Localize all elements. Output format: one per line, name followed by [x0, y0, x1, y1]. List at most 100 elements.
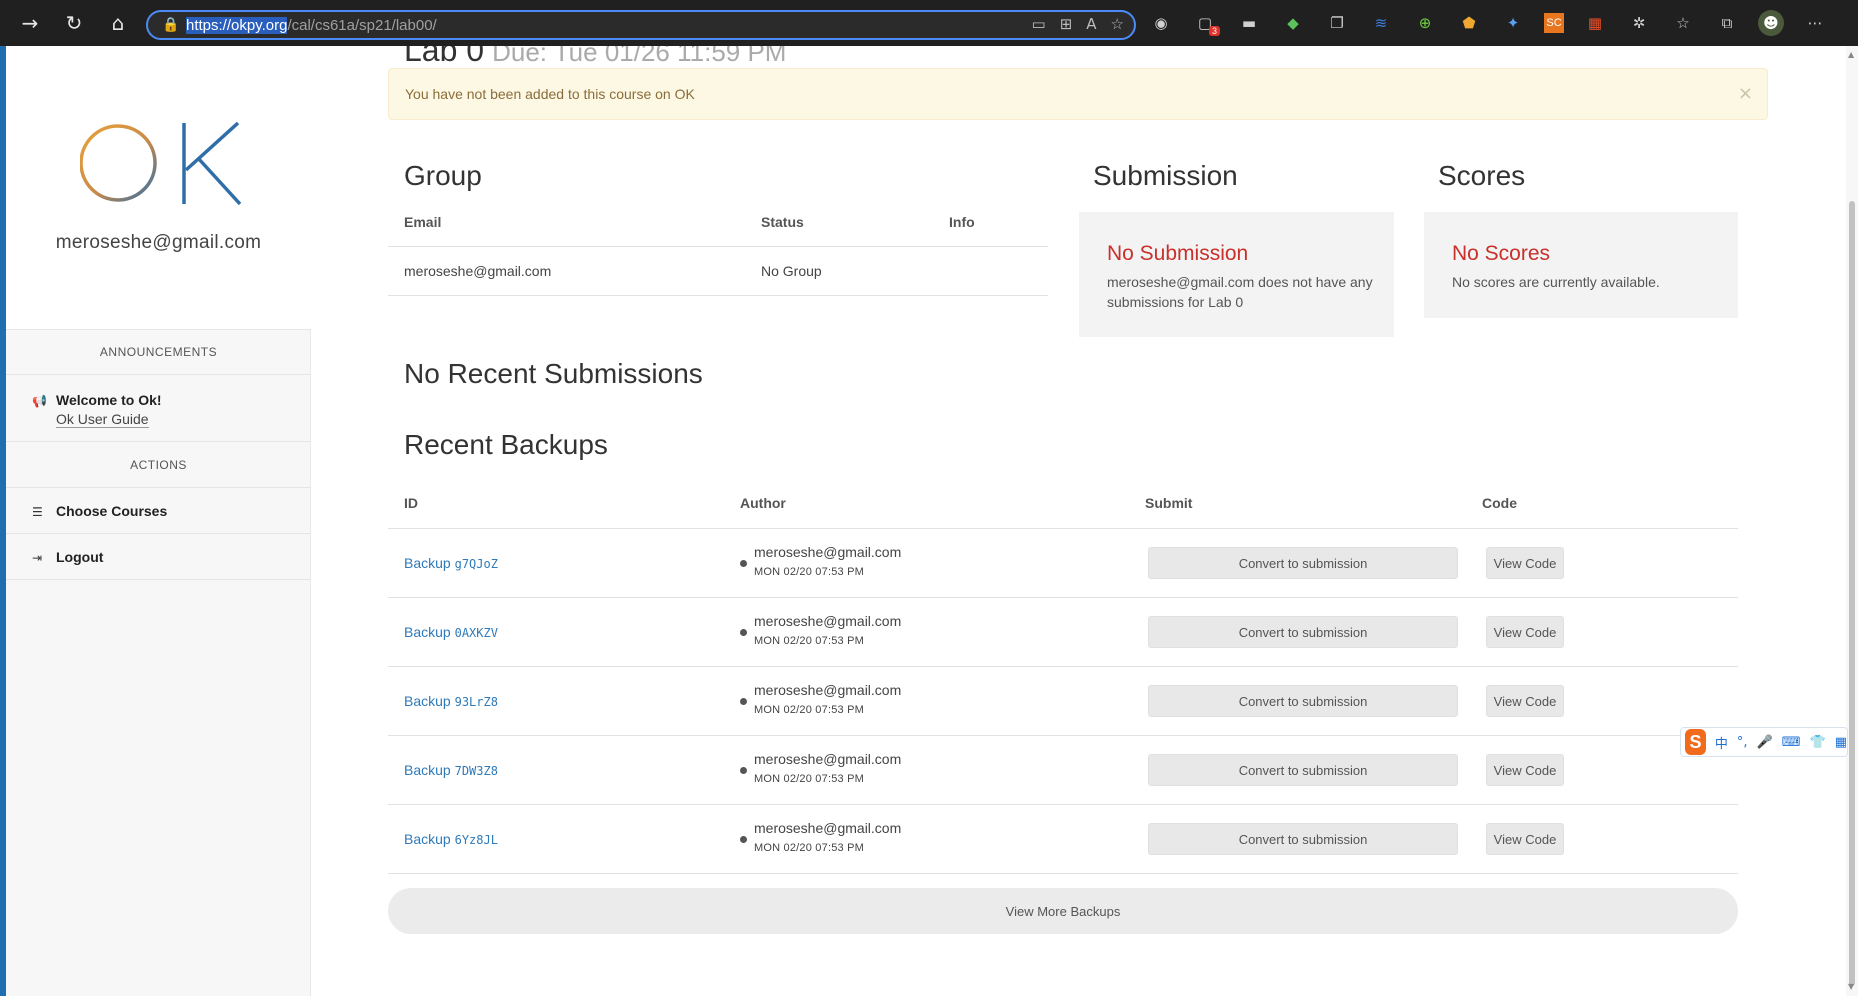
submission-card: No Submission meroseshe@gmail.com does n… [1079, 212, 1394, 337]
actions-heading: ACTIONS [130, 458, 187, 472]
keyboard-icon[interactable]: ⌨ [1782, 735, 1801, 750]
reader-icon[interactable]: ▭ [1032, 15, 1046, 33]
divider [6, 487, 311, 488]
ok-logo [80, 121, 242, 206]
submission-card-text: meroseshe@gmail.com does not have any su… [1107, 274, 1373, 310]
main-content: Lab 0 Due: Tue 01/26 11:59 PM You have no… [388, 46, 1768, 996]
backup-time: MON 02/20 07:53 PM [754, 566, 864, 578]
view-code-button[interactable]: View Code [1486, 685, 1564, 717]
gamepad-extension-icon[interactable]: ✦ [1500, 10, 1526, 36]
convert-to-submission-button[interactable]: Convert to submission [1148, 823, 1458, 855]
page-scrollbar[interactable]: ▲ ▼ [1846, 46, 1858, 996]
divider [388, 873, 1738, 874]
page-title: Lab 0 Due: Tue 01/26 11:59 PM [404, 46, 786, 69]
backup-link[interactable]: Backup 6Yz8JL [404, 831, 498, 847]
divider [6, 329, 311, 330]
convert-to-submission-button[interactable]: Convert to submission [1148, 616, 1458, 648]
author-email: meroseshe@gmail.com [754, 751, 902, 767]
logout-label: Logout [56, 549, 104, 565]
logout-icon: ⇥ [32, 551, 43, 565]
view-code-button[interactable]: View Code [1486, 616, 1564, 648]
backup-link[interactable]: Backup g7QJoZ [404, 555, 498, 571]
backups-col-code: Code [1482, 495, 1517, 511]
punctuation-icon[interactable]: °, [1737, 735, 1748, 750]
ticket-extension-icon[interactable]: ▬ [1236, 10, 1262, 36]
scores-card-title: No Scores [1452, 242, 1551, 265]
announcement-title: Welcome to Ok! [56, 392, 162, 408]
badge-extension-icon[interactable]: ▢ 3 [1192, 10, 1220, 36]
url-text[interactable]: https://okpy.org/cal/cs61a/sp21/lab00/ [186, 16, 437, 34]
pages-extension-icon[interactable]: ❐ [1324, 10, 1350, 36]
apps-grid-icon[interactable]: ▦ [1835, 735, 1847, 750]
skin-icon[interactable]: 👕 [1810, 735, 1826, 750]
submission-card-title: No Submission [1107, 242, 1249, 265]
backups-col-submit: Submit [1145, 495, 1193, 511]
recent-backups-heading: Recent Backups [404, 429, 608, 460]
backup-link[interactable]: Backup 0AXKZV [404, 624, 498, 640]
divider [388, 246, 1048, 247]
backup-time: MON 02/20 07:53 PM [754, 704, 864, 716]
megaphone-icon: 📢 [32, 394, 47, 408]
author-dot [740, 767, 747, 774]
scores-heading: Scores [1438, 160, 1526, 191]
backup-time: MON 02/20 07:53 PM [754, 635, 864, 647]
extensions-bar: ◉ ▢ 3 ▬ ◆ ❐ ≋ ⊕ ⬟ ✦ SC ▦ ✲ ☆ ⧉ ☻ ⋯ [1148, 0, 1828, 46]
author-email: meroseshe@gmail.com [754, 820, 902, 836]
collections-icon[interactable]: ⧉ [1714, 10, 1740, 36]
sc-extension-icon[interactable]: SC [1544, 13, 1564, 33]
plus-extension-icon[interactable]: ⊕ [1412, 10, 1438, 36]
stack-extension-icon[interactable]: ≋ [1368, 10, 1394, 36]
forward-icon[interactable]: → [8, 0, 52, 46]
sogou-logo-icon[interactable]: S [1685, 729, 1706, 755]
ime-toolbar: S 中 °, 🎤 ⌨ 👕 ▦ [1680, 727, 1848, 757]
scroll-up-icon[interactable]: ▲ [1848, 50, 1854, 59]
color-extension-icon[interactable]: ◆ [1280, 10, 1306, 36]
convert-to-submission-button[interactable]: Convert to submission [1148, 685, 1458, 717]
list-icon: ☰ [32, 505, 43, 519]
lock-icon[interactable]: 🔒 [162, 17, 186, 33]
address-bar[interactable]: 🔒 https://okpy.org/cal/cs61a/sp21/lab00/… [146, 10, 1136, 40]
convert-to-submission-button[interactable]: Convert to submission [1148, 754, 1458, 786]
profile-avatar[interactable]: ☻ [1758, 10, 1784, 36]
choose-courses-button[interactable]: ☰ Choose Courses [32, 503, 167, 519]
scroll-thumb[interactable] [1849, 201, 1855, 986]
microphone-icon[interactable]: 🎤 [1757, 735, 1773, 750]
view-code-button[interactable]: View Code [1486, 547, 1564, 579]
announcements-heading: ANNOUNCEMENTS [99, 345, 218, 359]
home-icon[interactable]: ⌂ [96, 0, 140, 46]
logout-button[interactable]: ⇥ Logout [32, 549, 103, 565]
scroll-down-icon[interactable]: ▼ [1848, 982, 1854, 991]
view-code-button[interactable]: View Code [1486, 823, 1564, 855]
favorites-icon[interactable]: ☆ [1670, 10, 1696, 36]
divider [388, 295, 1048, 296]
puzzle-extension-icon[interactable]: ✲ [1626, 10, 1652, 36]
close-icon[interactable]: × [1738, 83, 1753, 104]
divider [6, 374, 311, 375]
due-date: Due: Tue 01/26 11:59 PM [492, 46, 787, 67]
group-col-email: Email [404, 214, 442, 230]
announcement-item[interactable]: 📢 Welcome to Ok! Ok User Guide [32, 392, 162, 429]
grid-icon[interactable]: ⊞ [1060, 15, 1073, 33]
user-guide-link[interactable]: Ok User Guide [56, 411, 149, 428]
view-more-backups-button[interactable]: View More Backups [388, 888, 1738, 934]
read-aloud-icon[interactable]: A [1086, 15, 1096, 33]
divider [388, 735, 1738, 736]
backup-link[interactable]: Backup 7DW3Z8 [404, 762, 498, 778]
shield-extension-icon[interactable]: ⬟ [1456, 10, 1482, 36]
refresh-icon[interactable]: ↻ [52, 0, 96, 46]
choose-courses-label: Choose Courses [56, 503, 168, 519]
favorite-add-icon[interactable]: ☆ [1111, 15, 1124, 33]
office-extension-icon[interactable]: ▦ [1582, 10, 1608, 36]
divider [388, 666, 1738, 667]
author-email: meroseshe@gmail.com [754, 613, 902, 629]
convert-to-submission-button[interactable]: Convert to submission [1148, 547, 1458, 579]
backup-link[interactable]: Backup 93LrZ8 [404, 693, 498, 709]
more-menu-icon[interactable]: ⋯ [1802, 10, 1828, 36]
group-email: meroseshe@gmail.com [404, 263, 552, 279]
owl-extension-icon[interactable]: ◉ [1148, 10, 1174, 36]
group-col-info: Info [949, 214, 975, 230]
backup-time: MON 02/20 07:53 PM [754, 773, 864, 785]
backup-time: MON 02/20 07:53 PM [754, 842, 864, 854]
chinese-mode-icon[interactable]: 中 [1715, 733, 1728, 752]
view-code-button[interactable]: View Code [1486, 754, 1564, 786]
